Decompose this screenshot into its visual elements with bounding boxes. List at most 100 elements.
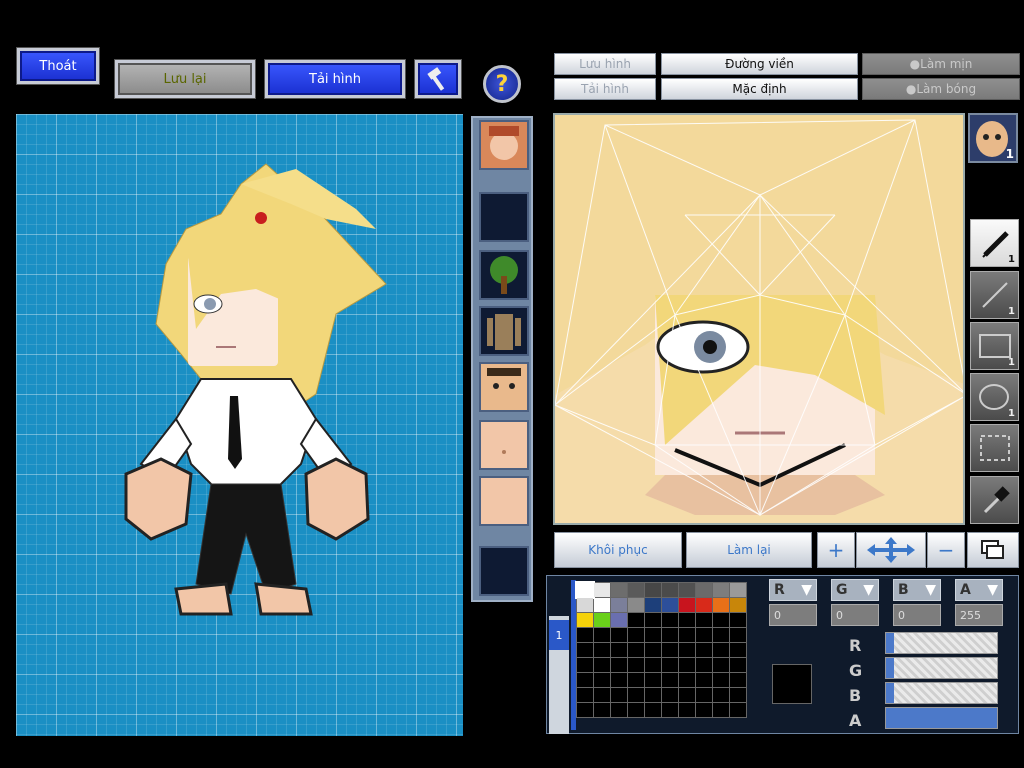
blue-channel-selector[interactable]: B ▼ xyxy=(893,579,941,601)
palette-swatch[interactable] xyxy=(713,613,729,627)
palette-swatch[interactable] xyxy=(594,598,610,612)
palette-swatch[interactable] xyxy=(594,643,610,657)
palette-swatch[interactable] xyxy=(645,613,661,627)
palette-swatch[interactable] xyxy=(611,688,627,702)
palette-swatch[interactable] xyxy=(713,628,729,642)
palette-swatch[interactable] xyxy=(662,583,678,597)
eyedropper-tool[interactable] xyxy=(970,476,1019,524)
default-button[interactable]: Mặc định xyxy=(661,78,858,100)
palette-swatch[interactable] xyxy=(611,673,627,687)
outline-button[interactable]: Đường viền xyxy=(661,53,858,75)
palette-swatch[interactable] xyxy=(713,658,729,672)
palette-swatch[interactable] xyxy=(645,703,661,717)
palette-swatch[interactable] xyxy=(730,673,746,687)
green-slider[interactable] xyxy=(885,657,998,679)
palette-swatch[interactable] xyxy=(645,583,661,597)
palette-swatch[interactable] xyxy=(628,658,644,672)
color-palette[interactable] xyxy=(575,581,747,718)
palette-swatch[interactable] xyxy=(696,688,712,702)
move-button[interactable] xyxy=(856,532,926,568)
palette-swatch[interactable] xyxy=(645,688,661,702)
alpha-slider[interactable] xyxy=(885,707,998,729)
palette-swatch[interactable] xyxy=(662,673,678,687)
palette-swatch[interactable] xyxy=(730,643,746,657)
alpha-value-input[interactable]: 255 xyxy=(955,604,1003,626)
palette-swatch[interactable] xyxy=(628,628,644,642)
palette-swatch[interactable] xyxy=(594,703,610,717)
palette-swatch[interactable] xyxy=(679,673,695,687)
palette-swatch[interactable] xyxy=(577,703,593,717)
layer-tab-1[interactable]: 1 xyxy=(549,620,569,650)
palette-swatch[interactable] xyxy=(611,583,627,597)
palette-swatch[interactable] xyxy=(628,598,644,612)
palette-swatch[interactable] xyxy=(611,628,627,642)
palette-swatch[interactable] xyxy=(730,658,746,672)
palette-swatch[interactable] xyxy=(730,613,746,627)
smooth-button[interactable]: ● Làm mịn xyxy=(862,53,1020,75)
palette-swatch[interactable] xyxy=(662,613,678,627)
line-tool[interactable]: 1 xyxy=(970,271,1019,319)
palette-swatch[interactable] xyxy=(662,643,678,657)
palette-swatch[interactable] xyxy=(594,628,610,642)
gloss-button[interactable]: ● Làm bóng xyxy=(862,78,1020,100)
palette-swatch[interactable] xyxy=(713,583,729,597)
palette-swatch[interactable] xyxy=(594,688,610,702)
green-channel-selector[interactable]: G ▼ xyxy=(831,579,879,601)
palette-swatch[interactable] xyxy=(577,613,593,627)
palette-swatch[interactable] xyxy=(713,673,729,687)
palette-swatch[interactable] xyxy=(713,703,729,717)
slot-tree[interactable] xyxy=(479,250,529,300)
palette-swatch[interactable] xyxy=(713,598,729,612)
palette-swatch[interactable] xyxy=(628,688,644,702)
palette-swatch[interactable] xyxy=(628,613,644,627)
palette-swatch[interactable] xyxy=(696,613,712,627)
slot-torso-skin[interactable] xyxy=(479,420,529,470)
palette-swatch[interactable] xyxy=(594,613,610,627)
exit-button[interactable]: Thoát xyxy=(17,48,99,84)
palette-swatch[interactable] xyxy=(662,688,678,702)
redo-button[interactable]: Làm lại xyxy=(686,532,812,568)
slot-face[interactable] xyxy=(479,362,529,412)
slot-empty-2[interactable] xyxy=(479,546,529,596)
zoom-out-button[interactable]: − xyxy=(927,532,965,568)
save-button[interactable]: Lưu lại xyxy=(115,60,255,98)
rectangle-tool[interactable]: 1 xyxy=(970,322,1019,370)
palette-swatch[interactable] xyxy=(645,598,661,612)
palette-swatch[interactable] xyxy=(713,688,729,702)
palette-swatch[interactable] xyxy=(679,643,695,657)
palette-swatch[interactable] xyxy=(679,613,695,627)
palette-swatch[interactable] xyxy=(611,703,627,717)
palette-swatch[interactable] xyxy=(577,658,593,672)
palette-swatch[interactable] xyxy=(645,673,661,687)
palette-swatch[interactable] xyxy=(679,658,695,672)
palette-swatch[interactable] xyxy=(645,658,661,672)
hammer-button[interactable] xyxy=(415,60,461,98)
palette-swatch[interactable] xyxy=(730,703,746,717)
palette-swatch[interactable] xyxy=(611,613,627,627)
palette-swatch[interactable] xyxy=(696,628,712,642)
green-value-input[interactable]: 0 xyxy=(831,604,879,626)
face-thumbnail[interactable]: 1 xyxy=(968,113,1018,163)
palette-swatch[interactable] xyxy=(628,643,644,657)
palette-swatch[interactable] xyxy=(594,658,610,672)
slot-body[interactable] xyxy=(479,306,529,356)
palette-swatch[interactable] xyxy=(594,673,610,687)
palette-swatch[interactable] xyxy=(730,688,746,702)
blue-slider[interactable] xyxy=(885,682,998,704)
palette-swatch[interactable] xyxy=(611,658,627,672)
pen-tool[interactable]: 1 xyxy=(970,219,1019,267)
palette-swatch[interactable] xyxy=(679,628,695,642)
ellipse-tool[interactable]: 1 xyxy=(970,373,1019,421)
character-preview[interactable] xyxy=(16,114,463,736)
palette-swatch[interactable] xyxy=(577,598,593,612)
palette-swatch[interactable] xyxy=(713,643,729,657)
palette-swatch[interactable] xyxy=(645,643,661,657)
palette-swatch[interactable] xyxy=(628,583,644,597)
red-value-input[interactable]: 0 xyxy=(769,604,817,626)
zoom-in-button[interactable]: + xyxy=(817,532,855,568)
palette-swatch[interactable] xyxy=(577,688,593,702)
texture-editor[interactable] xyxy=(553,113,965,525)
palette-swatch[interactable] xyxy=(645,628,661,642)
palette-swatch[interactable] xyxy=(696,703,712,717)
reload-button[interactable]: Tải hình xyxy=(265,60,405,98)
